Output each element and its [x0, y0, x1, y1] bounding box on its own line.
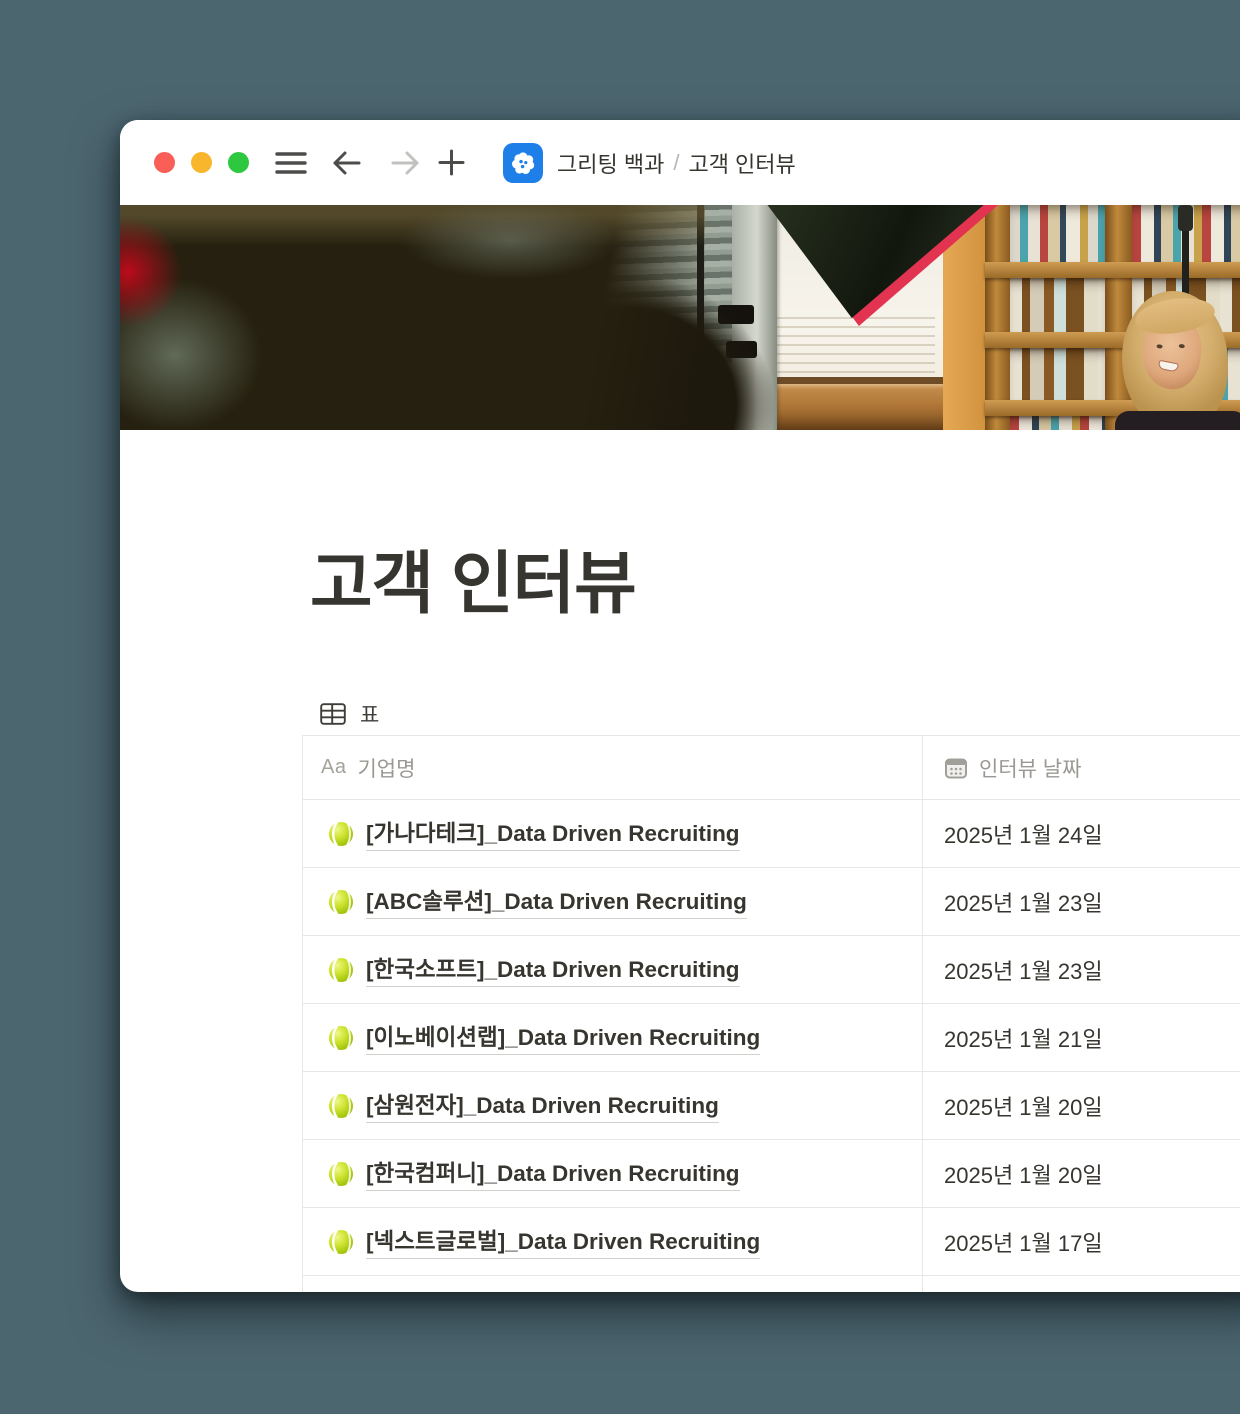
interview-table: Aa 기업명 인터뷰 날짜: [302, 735, 1240, 1292]
interview-date-cell[interactable]: 2025년 1월 23일: [923, 936, 1240, 1003]
cloud-logo-icon: [508, 148, 538, 178]
page-title: 고객 인터뷰: [310, 528, 1240, 627]
breadcrumb-separator: /: [673, 150, 679, 176]
table-row: [이노베이션랩]_Data Driven Recruiting 2025년 1월…: [303, 1004, 1240, 1072]
app-window: 그리팅 백과 / 고객 인터뷰: [120, 120, 1240, 1292]
arrow-right-icon: [390, 150, 420, 176]
table-row: [ABC솔루션]_Data Driven Recruiting 2025년 1월…: [303, 868, 1240, 936]
tennis-ball-icon: [328, 1093, 354, 1119]
company-page-link[interactable]: [넥스트글로벌]_Data Driven Recruiting: [366, 1224, 760, 1259]
breadcrumb-workspace[interactable]: 그리팅 백과: [557, 147, 664, 179]
minimize-button[interactable]: [191, 152, 212, 173]
woman-shoulders: [1115, 411, 1240, 430]
interview-date-cell[interactable]: 2025년 1월 17일: [923, 1208, 1240, 1275]
company-cell[interactable]: [한국컴퍼니]_Data Driven Recruiting: [303, 1140, 923, 1207]
company-cell[interactable]: [삼원전자]_Data Driven Recruiting: [303, 1072, 923, 1139]
arrow-left-icon: [332, 150, 362, 176]
interview-date-cell[interactable]: 2025년 1월 23일: [923, 868, 1240, 935]
column-header-company[interactable]: Aa 기업명: [303, 736, 923, 799]
plus-icon: [438, 149, 465, 176]
calendar-icon: [944, 756, 968, 780]
table-row: [한국소프트]_Data Driven Recruiting 2025년 1월 …: [303, 936, 1240, 1004]
text-property-icon: Aa: [321, 756, 346, 779]
company-cell[interactable]: [넥스트글로벌]_Data Driven Recruiting: [303, 1208, 923, 1275]
table-row: [삼원전자]_Data Driven Recruiting 2025년 1월 2…: [303, 1072, 1240, 1140]
bookshelf-books: [1010, 348, 1105, 400]
traffic-lights: [154, 152, 249, 173]
breadcrumb-page[interactable]: 고객 인터뷰: [688, 147, 795, 179]
company-page-link[interactable]: [한국소프트]_Data Driven Recruiting: [366, 952, 740, 987]
bookshelf-post: [985, 205, 1010, 430]
interview-date-cell[interactable]: 2025년 1월 21일: [923, 1004, 1240, 1071]
table-view-icon: [320, 703, 346, 725]
company-cell[interactable]: [이노베이션랩]_Data Driven Recruiting: [303, 1004, 923, 1071]
interview-date-cell[interactable]: 2025년 1월 20일: [923, 1072, 1240, 1139]
bookshelf-post: [1105, 205, 1132, 430]
company-cell[interactable]: [한국소프트]_Data Driven Recruiting: [303, 936, 923, 1003]
tennis-ball-icon: [328, 1025, 354, 1051]
interview-date-cell[interactable]: 2025년 1월 20일: [923, 1140, 1240, 1207]
table-row: [한국컴퍼니]_Data Driven Recruiting 2025년 1월 …: [303, 1140, 1240, 1208]
forward-button[interactable]: [390, 150, 420, 176]
dark-foreground-blur: [120, 205, 705, 430]
tennis-ball-icon: [328, 957, 354, 983]
page-content: 고객 인터뷰 표: [120, 430, 1240, 729]
interview-date-cell[interactable]: 2025년 1월 24일: [923, 800, 1240, 867]
company-page-link[interactable]: [한국컴퍼니]_Data Driven Recruiting: [366, 1156, 740, 1191]
table-row: [가나다테크]_Data Driven Recruiting 2025년 1월 …: [303, 800, 1240, 868]
company-page-link[interactable]: [이노베이션랩]_Data Driven Recruiting: [366, 1020, 760, 1055]
sidebar-menu-button[interactable]: [275, 150, 307, 176]
new-page-button[interactable]: [438, 149, 465, 176]
tennis-ball-icon: [328, 821, 354, 847]
view-tab-table[interactable]: 표: [320, 699, 379, 729]
column-label: 인터뷰 날짜: [979, 753, 1081, 783]
view-tab-label: 표: [360, 699, 379, 729]
company-page-link[interactable]: [ABC솔루션]_Data Driven Recruiting: [366, 884, 747, 919]
table-row-empty[interactable]: [303, 1276, 1240, 1292]
bookshelf-books: [1010, 278, 1105, 332]
column-label: 기업명: [357, 753, 415, 783]
close-button[interactable]: [154, 152, 175, 173]
greeting-app-icon[interactable]: [503, 143, 543, 183]
hamburger-icon: [275, 150, 307, 176]
company-cell[interactable]: [가나다테크]_Data Driven Recruiting: [303, 800, 923, 867]
table-header-row: Aa 기업명 인터뷰 날짜: [303, 735, 1240, 800]
bookshelf-board: [985, 262, 1240, 278]
cover-image: [120, 205, 1240, 430]
table-row: [넥스트글로벌]_Data Driven Recruiting 2025년 1월…: [303, 1208, 1240, 1276]
tennis-ball-icon: [328, 1161, 354, 1187]
bookshelf-books: [1010, 416, 1105, 430]
back-button[interactable]: [332, 150, 362, 176]
zoom-button[interactable]: [228, 152, 249, 173]
company-page-link[interactable]: [삼원전자]_Data Driven Recruiting: [366, 1088, 719, 1123]
tennis-ball-icon: [328, 889, 354, 915]
breadcrumb: 그리팅 백과 / 고객 인터뷰: [557, 147, 796, 179]
tennis-ball-icon: [328, 1229, 354, 1255]
company-cell[interactable]: [ABC솔루션]_Data Driven Recruiting: [303, 868, 923, 935]
window-titlebar: 그리팅 백과 / 고객 인터뷰: [120, 120, 1240, 205]
company-page-link[interactable]: [가나다테크]_Data Driven Recruiting: [366, 816, 740, 851]
bookshelf-books: [1010, 205, 1105, 262]
table-body: [가나다테크]_Data Driven Recruiting 2025년 1월 …: [303, 800, 1240, 1292]
column-header-date[interactable]: 인터뷰 날짜: [923, 736, 1240, 799]
